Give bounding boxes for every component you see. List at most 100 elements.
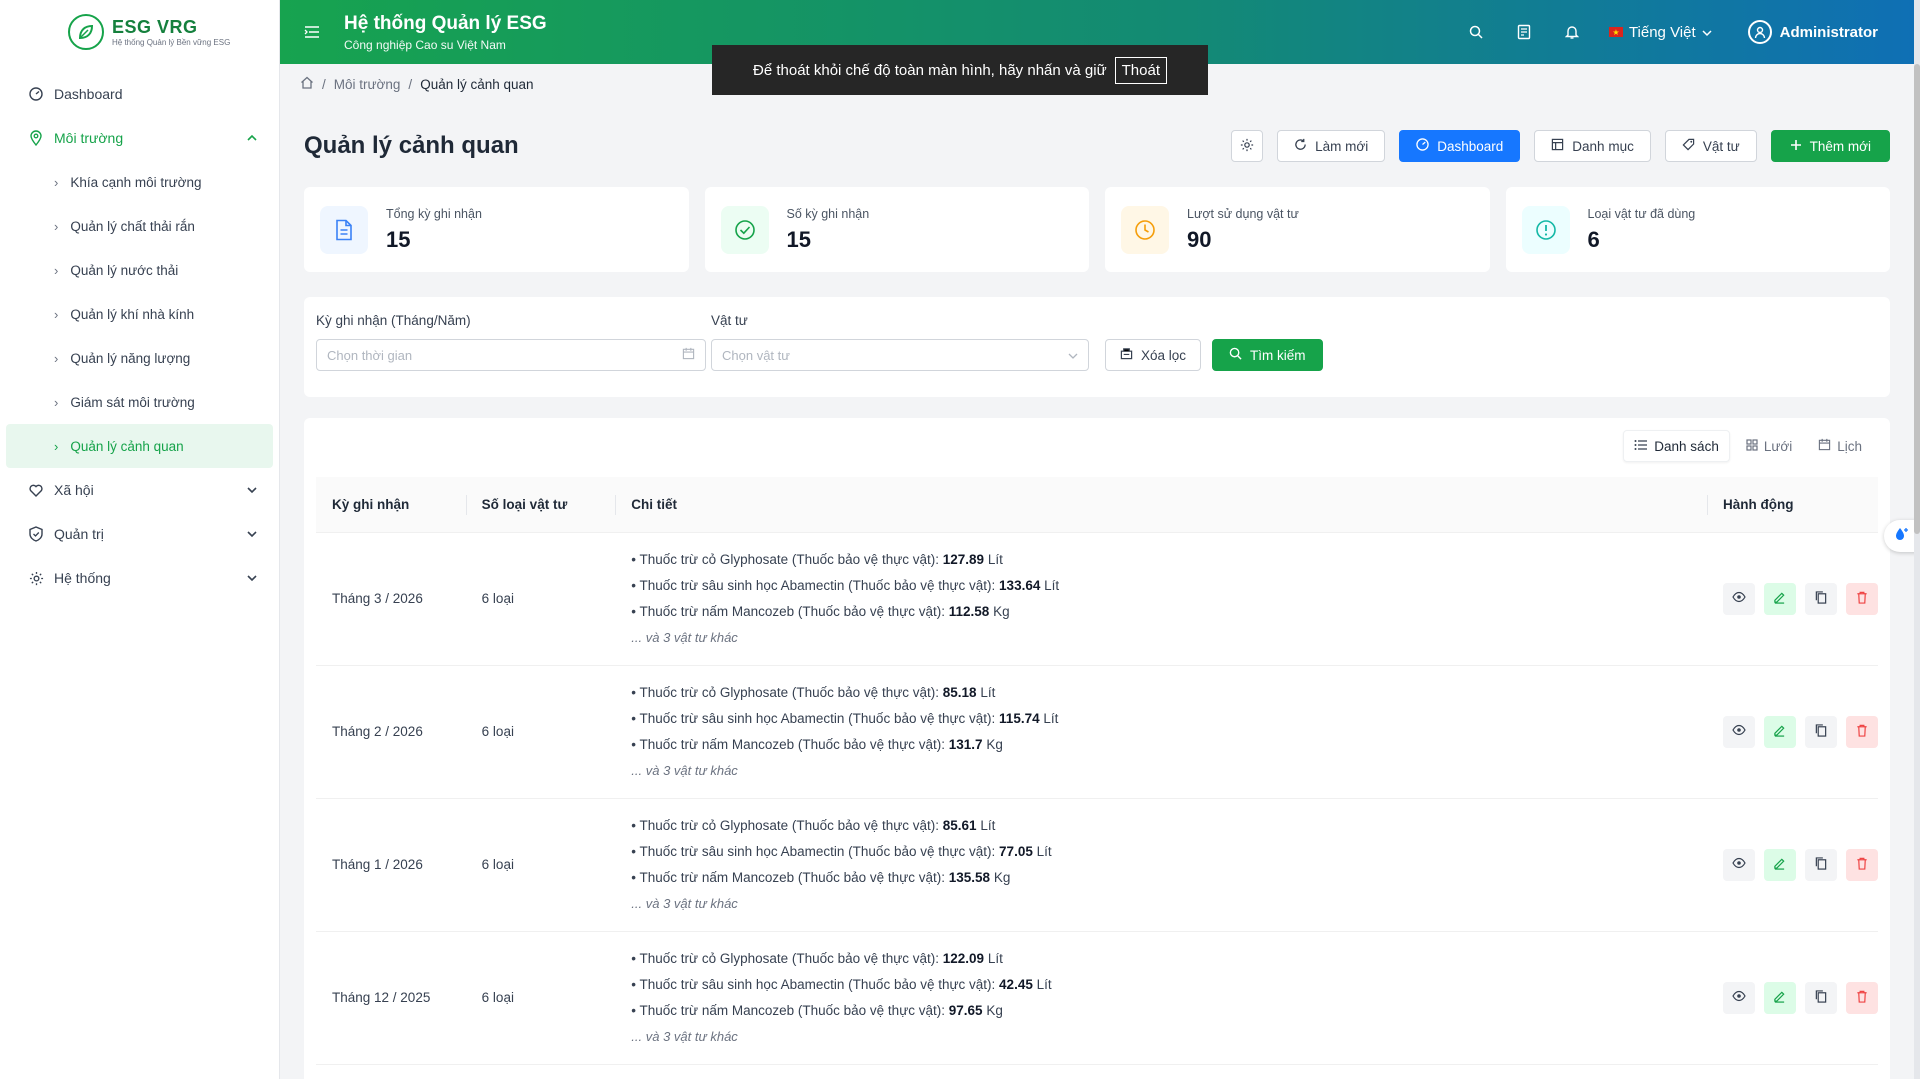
material-quantity: 77.05 — [999, 843, 1033, 859]
check-circle-icon — [720, 205, 769, 254]
delete-button[interactable] — [1845, 848, 1878, 881]
stat-value: 6 — [1587, 226, 1600, 252]
material-name: Thuốc trừ sâu sinh học Abamectin (Thuốc … — [639, 843, 996, 859]
detail-line: • Thuốc trừ sâu sinh học Abamectin (Thuố… — [631, 710, 1059, 726]
breadcrumb-parent[interactable]: Môi trường — [334, 77, 401, 92]
sidebar-subitem-label: Quản lý chất thải rắn — [70, 218, 195, 234]
material-unit: Lít — [987, 551, 1003, 567]
sidebar-subitem-monitoring[interactable]: › Giám sát môi trường — [0, 380, 279, 424]
dashboard-button[interactable]: Dashboard — [1399, 130, 1521, 162]
view-button[interactable] — [1722, 981, 1755, 1014]
detail-line: • Thuốc trừ nấm Mancozeb (Thuốc bảo vệ t… — [631, 1002, 1003, 1018]
sidebar-item-dashboard[interactable]: Dashboard — [0, 72, 279, 116]
column-header-material-count[interactable]: Số loại vật tư — [465, 477, 616, 533]
delete-button[interactable] — [1845, 582, 1878, 615]
pencil-icon — [1773, 857, 1786, 873]
menu-toggle-icon[interactable] — [280, 25, 344, 39]
copy-button[interactable] — [1804, 715, 1837, 748]
user-menu[interactable]: Administrator — [1747, 20, 1878, 44]
view-calendar-button[interactable]: Lịch — [1808, 430, 1872, 462]
copy-button[interactable] — [1804, 981, 1837, 1014]
grid-icon — [1746, 438, 1758, 454]
sidebar-subitem-environmental-aspects[interactable]: › Khía cạnh môi trường — [0, 160, 279, 204]
fullscreen-notice: Để thoát khỏi chế độ toàn màn hình, hãy … — [712, 45, 1208, 95]
sidebar-subitem-wastewater[interactable]: › Quản lý nước thải — [0, 248, 279, 292]
language-selector[interactable]: ★ Tiếng Việt — [1608, 24, 1712, 41]
copy-button[interactable] — [1804, 848, 1837, 881]
chevron-down-icon — [247, 527, 257, 541]
material-unit: Lít — [987, 950, 1003, 966]
material-quantity: 97.65 — [948, 1002, 983, 1018]
column-header-actions: Hành động — [1706, 477, 1878, 533]
vietnam-flag-icon: ★ — [1608, 27, 1623, 37]
view-button[interactable] — [1722, 848, 1755, 881]
material-quantity: 115.74 — [999, 710, 1040, 726]
material-quantity: 135.58 — [948, 869, 991, 885]
home-icon[interactable] — [300, 76, 314, 92]
sidebar-item-label: Dashboard — [54, 86, 123, 102]
sidebar-item-label: Hệ thống — [54, 570, 111, 586]
view-list-button[interactable]: Danh sách — [1623, 430, 1730, 462]
copy-icon — [1815, 590, 1827, 607]
sidebar-subitem-solid-waste[interactable]: › Quản lý chất thải rắn — [0, 204, 279, 248]
view-button[interactable] — [1722, 715, 1755, 748]
delete-button[interactable] — [1845, 981, 1878, 1014]
stat-value: 15 — [386, 226, 411, 252]
edit-button[interactable] — [1763, 582, 1796, 615]
bell-icon[interactable] — [1561, 21, 1583, 43]
page-title: Quản lý cảnh quan — [304, 132, 519, 159]
sidebar-item-governance[interactable]: Quản trị — [0, 512, 279, 556]
chevron-down-icon — [1068, 348, 1078, 363]
delete-button[interactable] — [1845, 715, 1878, 748]
sidebar-item-system[interactable]: Hệ thống — [0, 556, 279, 600]
table-icon — [1551, 138, 1564, 154]
sidebar-subitem-label: Quản lý nước thải — [70, 262, 179, 278]
scrollbar-thumb[interactable] — [1914, 64, 1920, 534]
edit-button[interactable] — [1763, 848, 1796, 881]
material-name: Thuốc trừ nấm Mancozeb (Thuốc bảo vệ thự… — [639, 603, 945, 619]
edit-button[interactable] — [1763, 981, 1796, 1014]
sidebar-subitem-greenhouse-gas[interactable]: › Quản lý khí nhà kính — [0, 292, 279, 336]
sidebar-item-social[interactable]: Xã hội — [0, 468, 279, 512]
copy-button[interactable] — [1804, 582, 1837, 615]
catalog-button[interactable]: Danh mục — [1534, 130, 1651, 162]
period-picker[interactable]: Chọn thời gian — [316, 339, 706, 371]
detail-line: • Thuốc trừ cỏ Glyphosate (Thuốc bảo vệ … — [631, 817, 996, 833]
search-icon[interactable] — [1465, 21, 1487, 43]
refresh-button[interactable]: Làm mới — [1277, 130, 1386, 162]
trash-icon — [1856, 857, 1868, 873]
sidebar-subitem-label: Quản lý cảnh quan — [70, 438, 184, 454]
period-cell: Tháng 3 / 2026 — [316, 532, 466, 666]
edit-button[interactable] — [1763, 715, 1796, 748]
sidebar-subitem-label: Khía cạnh môi trường — [70, 174, 202, 190]
search-button[interactable]: Tìm kiếm — [1212, 339, 1323, 371]
table-row: Tháng 2 / 2026 6 loại • Thuốc trừ cỏ Gly… — [316, 665, 1878, 799]
stat-card-total-periods: Tổng kỳ ghi nhận 15 — [304, 187, 689, 272]
column-header-period[interactable]: Kỳ ghi nhận — [316, 477, 466, 533]
chevron-right-icon: › — [54, 174, 59, 190]
stat-card-period-count: Số kỳ ghi nhận 15 — [704, 187, 1089, 272]
detail-line: • Thuốc trừ nấm Mancozeb (Thuốc bảo vệ t… — [631, 603, 1010, 619]
details-cell: • Thuốc trừ cỏ Glyphosate (Thuốc bảo vệ … — [615, 798, 1707, 932]
material-select[interactable]: Chọn vật tư — [711, 339, 1089, 371]
table-row: Tháng 3 / 2026 6 loại • Thuốc trừ cỏ Gly… — [316, 532, 1878, 666]
sidebar-item-environment[interactable]: Môi trường — [0, 116, 279, 160]
view-button[interactable] — [1722, 582, 1755, 615]
settings-button[interactable] — [1231, 130, 1264, 162]
notes-icon[interactable] — [1513, 21, 1535, 43]
view-switcher: Danh sách Lưới Lịch — [1623, 430, 1872, 462]
period-placeholder: Chọn thời gian — [327, 347, 413, 363]
more-materials-note: ... và 3 vật tư khác — [631, 762, 738, 778]
brand-logo[interactable]: ESG VRG Hệ thống Quản lý Bền vững ESG — [0, 0, 279, 64]
sidebar-subitem-landscape[interactable]: › Quản lý cảnh quan — [6, 424, 273, 468]
exit-fullscreen-button[interactable]: Thoát — [1114, 56, 1167, 84]
add-new-button[interactable]: Thêm mới — [1770, 130, 1890, 162]
clear-filter-button[interactable]: Xóa lọc — [1105, 339, 1202, 371]
material-name: Thuốc trừ nấm Mancozeb (Thuốc bảo vệ thự… — [639, 869, 945, 885]
view-grid-button[interactable]: Lưới — [1736, 430, 1802, 462]
page-scrollbar[interactable] — [1914, 0, 1920, 1079]
materials-button[interactable]: Vật tư — [1664, 130, 1757, 162]
material-quantity: 85.61 — [942, 817, 977, 833]
catalog-label: Danh mục — [1572, 138, 1634, 154]
sidebar-subitem-energy[interactable]: › Quản lý năng lượng — [0, 336, 279, 380]
